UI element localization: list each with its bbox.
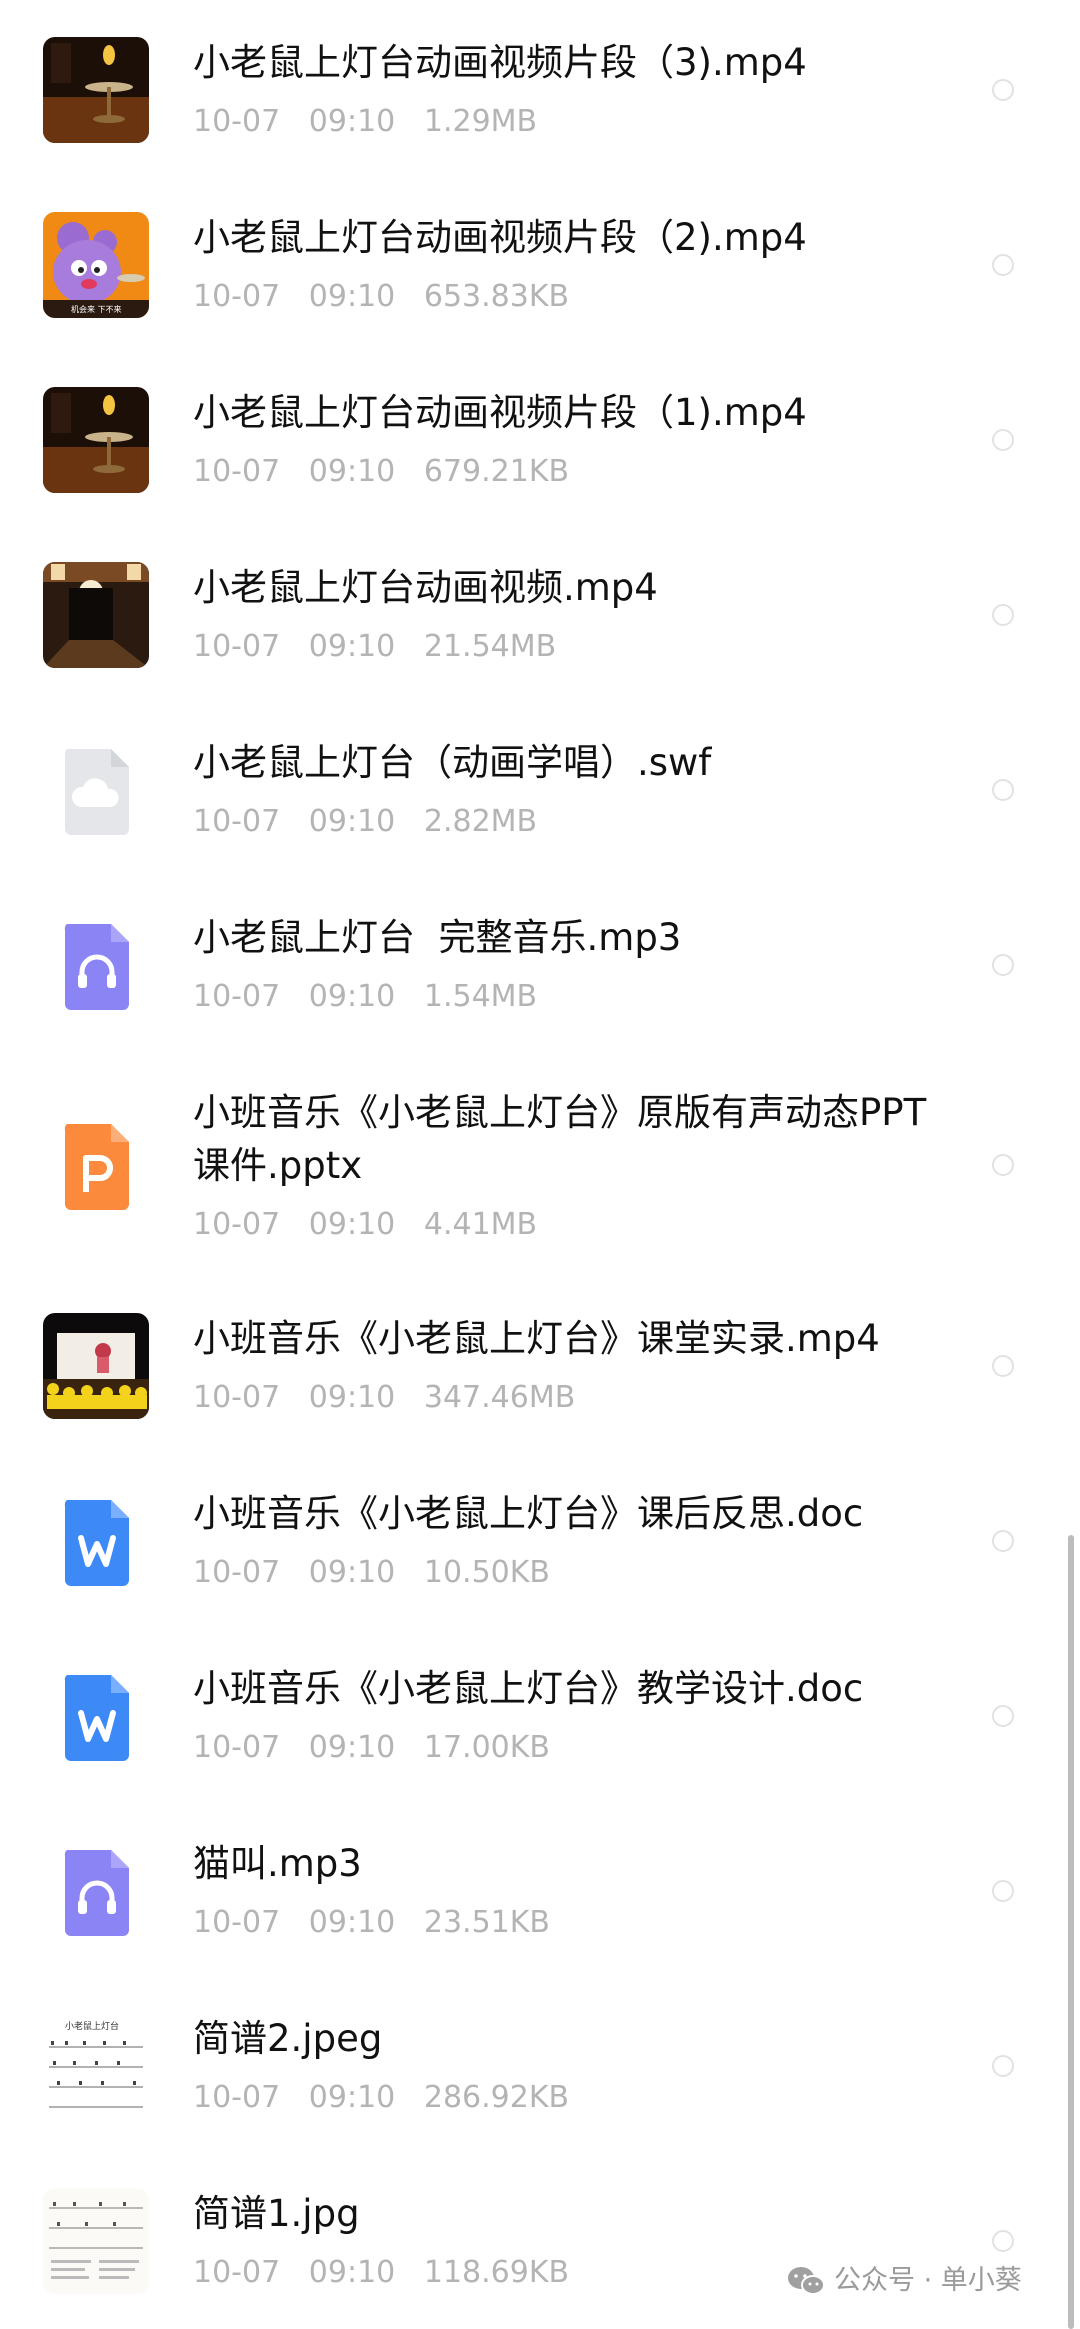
file-meta: 10-07 09:10 10.50KB (193, 1555, 551, 1590)
select-radio[interactable] (992, 1355, 1014, 1377)
select-radio[interactable] (992, 429, 1014, 451)
file-name: 小老鼠上灯台动画视频.mp4 (193, 566, 658, 609)
image-thumbnail-score (43, 2188, 149, 2294)
file-name: 猫叫.mp3 (193, 1842, 362, 1885)
video-thumbnail-stage (43, 1313, 149, 1419)
file-name: 小班音乐《小老鼠上灯台》教学设计.doc (193, 1667, 864, 1710)
file-meta: 10-07 09:10 679.21KB (193, 454, 570, 489)
video-thumbnail-lamp (43, 387, 149, 493)
select-radio[interactable] (992, 1530, 1014, 1552)
file-name: 小班音乐《小老鼠上灯台》课后反思.doc (193, 1492, 864, 1535)
file-meta: 10-07 09:10 653.83KB (193, 279, 570, 314)
cloud-file-icon (43, 737, 149, 843)
select-radio[interactable] (992, 954, 1014, 976)
select-radio[interactable] (992, 1705, 1014, 1727)
file-name: 小班音乐《小老鼠上灯台》原版有声动态PPT课件.pptx (193, 1091, 927, 1187)
file-meta: 10-07 09:10 17.00KB (193, 1730, 551, 1765)
file-meta: 10-07 09:10 4.41MB (193, 1207, 538, 1242)
file-name: 小老鼠上灯台动画视频片段（2).mp4 (193, 216, 807, 259)
select-radio[interactable] (992, 779, 1014, 801)
select-radio[interactable] (992, 1154, 1014, 1176)
video-thumbnail-lamp (43, 37, 149, 143)
select-radio[interactable] (992, 2055, 1014, 2077)
wechat-icon (786, 2264, 826, 2298)
audio-file-icon (43, 1838, 149, 1944)
video-thumbnail-room (43, 562, 149, 668)
select-radio[interactable] (992, 79, 1014, 101)
file-name: 小老鼠上灯台（动画学唱）.swf (193, 741, 712, 784)
select-radio[interactable] (992, 254, 1014, 276)
thumb-score-title: 小老鼠上灯台 (65, 2020, 119, 2032)
word-file-icon (43, 1663, 149, 1769)
select-radio[interactable] (992, 2230, 1014, 2252)
file-meta: 10-07 09:10 1.54MB (193, 979, 538, 1014)
file-name: 小老鼠上灯台动画视频片段（1).mp4 (193, 391, 807, 434)
file-name: 小老鼠上灯台 完整音乐.mp3 (193, 916, 682, 959)
file-meta: 10-07 09:10 347.46MB (193, 1380, 576, 1415)
word-file-icon (43, 1488, 149, 1594)
audio-file-icon (43, 912, 149, 1018)
file-name: 小老鼠上灯台动画视频片段（3).mp4 (193, 41, 807, 84)
file-meta: 10-07 09:10 286.92KB (193, 2080, 570, 2115)
file-meta: 10-07 09:10 1.29MB (193, 104, 538, 139)
file-name: 简谱1.jpg (193, 2192, 360, 2235)
video-thumbnail-mouse: 机会来 下不来 (43, 212, 149, 318)
ppt-file-icon (43, 1112, 149, 1218)
select-radio[interactable] (992, 1880, 1014, 1902)
file-meta: 10-07 09:10 2.82MB (193, 804, 538, 839)
file-meta: 10-07 09:10 21.54MB (193, 629, 557, 664)
watermark-text: 公众号 · 单小葵 (834, 2265, 1022, 2296)
file-meta: 10-07 09:10 118.69KB (193, 2255, 570, 2290)
thumb-caption: 机会来 下不来 (71, 304, 122, 314)
image-thumbnail-score: 小老鼠上灯台 (43, 2013, 149, 2119)
scrollbar[interactable] (1068, 1535, 1074, 2329)
select-radio[interactable] (992, 604, 1014, 626)
file-name: 小班音乐《小老鼠上灯台》课堂实录.mp4 (193, 1317, 880, 1360)
file-name: 简谱2.jpeg (193, 2017, 383, 2060)
file-meta: 10-07 09:10 23.51KB (193, 1905, 551, 1940)
